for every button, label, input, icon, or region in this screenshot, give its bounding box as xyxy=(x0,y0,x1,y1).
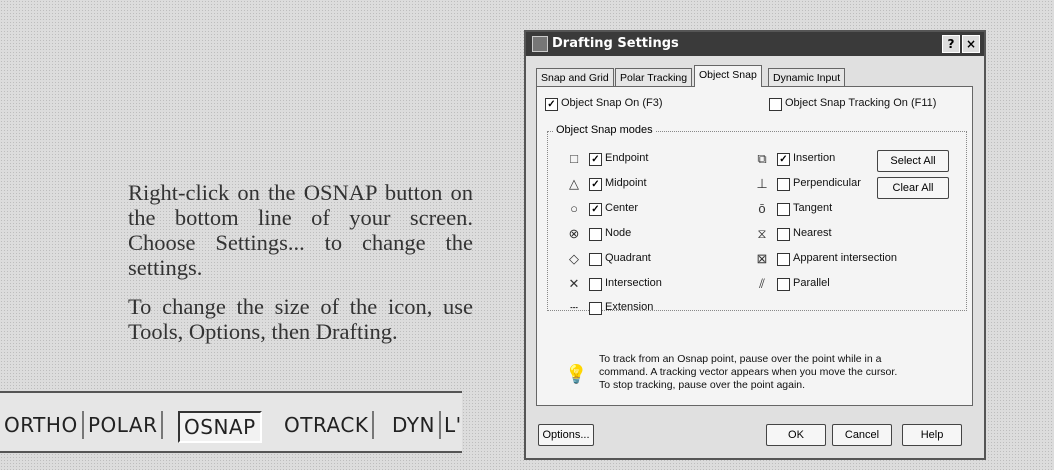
ok-button[interactable]: OK xyxy=(766,424,826,446)
nearest-checkbox[interactable] xyxy=(777,228,790,241)
object-snap-on-checkbox[interactable]: ✓ xyxy=(545,98,558,111)
tracking-hint: To track from an Osnap point, pause over… xyxy=(599,353,959,392)
insertion-label: Insertion xyxy=(793,152,836,164)
help-button[interactable]: Help xyxy=(902,424,962,446)
instruction-paragraph-2: To change the size of the icon, use Tool… xyxy=(128,294,473,344)
lightbulb-icon: 💡 xyxy=(565,364,588,384)
center-checkbox[interactable]: ✓ xyxy=(589,203,602,216)
lwt-toggle[interactable]: L' xyxy=(440,411,466,439)
tracking-hint-line-1: To track from an Osnap point, pause over… xyxy=(599,353,882,365)
object-snap-tracking-checkbox[interactable] xyxy=(769,98,782,111)
quadrant-checkbox[interactable] xyxy=(589,253,602,266)
intersection-label: Intersection xyxy=(605,277,662,289)
intersection-checkbox[interactable] xyxy=(589,278,602,291)
object-snap-tracking-label: Object Snap Tracking On (F11) xyxy=(785,97,937,109)
ortho-toggle[interactable]: ORTHO xyxy=(0,411,84,439)
parallel-label: Parallel xyxy=(793,277,830,289)
tangent-marker-icon: ō xyxy=(758,201,766,216)
midpoint-label: Midpoint xyxy=(605,177,647,189)
parallel-checkbox[interactable] xyxy=(777,278,790,291)
app-icon xyxy=(532,36,548,52)
object-snap-modes-title: Object Snap modes xyxy=(553,124,656,136)
midpoint-marker-icon: △ xyxy=(569,176,579,191)
drafting-settings-dialog: Drafting Settings ? × Snap and Grid Pola… xyxy=(524,30,986,460)
extension-label: Extension xyxy=(605,301,654,313)
tangent-checkbox[interactable] xyxy=(777,203,790,216)
status-bar: ORTHO POLAR OSNAP OTRACK DYN L' xyxy=(0,391,462,453)
object-snap-on-label: Object Snap On (F3) xyxy=(561,97,663,109)
apparent-intersection-marker-icon: ⊠ xyxy=(756,251,768,266)
extension-checkbox[interactable] xyxy=(589,302,602,315)
intersection-marker-icon: ✕ xyxy=(568,276,580,291)
instruction-paragraph-1: Right-click on the OSNAP button on the b… xyxy=(128,180,473,280)
tracking-hint-line-3: To stop tracking, pause over the point a… xyxy=(599,379,806,391)
perpendicular-marker-icon: ⊥ xyxy=(756,176,768,191)
center-label: Center xyxy=(605,202,639,214)
nearest-label: Nearest xyxy=(793,227,832,239)
endpoint-label: Endpoint xyxy=(605,152,649,164)
node-checkbox[interactable] xyxy=(589,228,602,241)
clear-all-button[interactable]: Clear All xyxy=(877,177,949,199)
tab-dynamic-input[interactable]: Dynamic Input xyxy=(768,68,846,87)
perpendicular-checkbox[interactable] xyxy=(777,178,790,191)
apparent-intersection-label: Apparent intersection xyxy=(793,252,897,264)
insertion-checkbox[interactable]: ✓ xyxy=(777,153,790,166)
insertion-marker-icon: ⧉ xyxy=(757,151,767,166)
quadrant-marker-icon: ◇ xyxy=(569,251,579,266)
title-bar: Drafting Settings ? × xyxy=(526,32,984,56)
help-icon[interactable]: ? xyxy=(942,35,960,53)
options-button[interactable]: Options... xyxy=(538,424,594,446)
parallel-marker-icon: ⫽ xyxy=(759,276,765,291)
nearest-marker-icon: ⧖ xyxy=(757,226,767,241)
cancel-button[interactable]: Cancel xyxy=(832,424,892,446)
tangent-label: Tangent xyxy=(793,202,833,214)
center-marker-icon: ○ xyxy=(570,201,578,216)
tracking-hint-line-2: command. A tracking vector appears when … xyxy=(599,366,898,378)
otrack-toggle[interactable]: OTRACK xyxy=(280,411,375,439)
select-all-button[interactable]: Select All xyxy=(877,150,949,172)
osnap-toggle[interactable]: OSNAP xyxy=(178,411,262,443)
extension-marker-icon: ┄ xyxy=(570,300,578,315)
endpoint-marker-icon: □ xyxy=(570,151,578,166)
polar-toggle[interactable]: POLAR xyxy=(84,411,164,439)
close-icon[interactable]: × xyxy=(962,35,980,53)
apparent-intersection-checkbox[interactable] xyxy=(777,253,790,266)
tab-object-snap[interactable]: Object Snap xyxy=(694,65,762,87)
midpoint-checkbox[interactable]: ✓ xyxy=(589,178,602,191)
node-label: Node xyxy=(605,227,632,239)
endpoint-checkbox[interactable]: ✓ xyxy=(589,153,602,166)
object-snap-panel: ✓ Object Snap On (F3) Object Snap Tracki… xyxy=(536,86,973,406)
dialog-title: Drafting Settings xyxy=(552,36,679,51)
dyn-toggle[interactable]: DYN xyxy=(388,411,441,439)
instructions: Right-click on the OSNAP button on the b… xyxy=(128,180,473,358)
perpendicular-label: Perpendicular xyxy=(793,177,861,189)
tab-polar-tracking[interactable]: Polar Tracking xyxy=(615,68,693,87)
tab-snap-and-grid[interactable]: Snap and Grid xyxy=(536,68,614,87)
quadrant-label: Quadrant xyxy=(605,252,651,264)
node-marker-icon: ⊗ xyxy=(568,226,580,241)
